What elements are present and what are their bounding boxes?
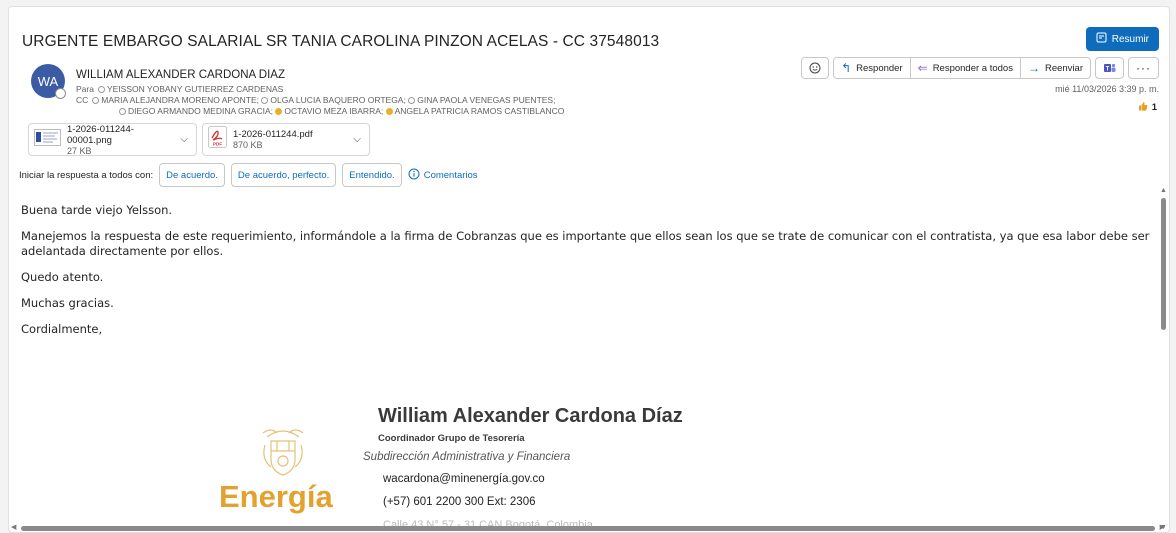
body-paragraph: Cordialmente,	[21, 322, 103, 336]
recipient-cc[interactable]: ANGELA PATRICIA RAMOS CASTIBLANCO	[395, 106, 565, 116]
presence-away-icon	[408, 97, 416, 104]
forward-label: Reenviar	[1044, 62, 1083, 74]
reply-all-icon: ⇐	[917, 61, 928, 75]
sender-name[interactable]: WILLIAM ALEXANDER CARDONA DIAZ	[76, 69, 285, 81]
scroll-left-icon[interactable]: ◀	[11, 523, 16, 531]
reaction-count: 1	[1151, 102, 1157, 113]
email-signature: Energía William Alexander Cardona Díaz C…	[9, 395, 1159, 532]
to-line: Para YEISSON YOBANY GUTIERREZ CARDENAS	[76, 84, 564, 95]
chevron-down-icon[interactable]: ⌵	[353, 134, 361, 145]
vertical-scrollbar[interactable]: ▲ ▼	[1160, 187, 1167, 531]
cc-label: CC	[76, 95, 89, 105]
message-body: Buena tarde viejo Yelsson. Manejemos la …	[21, 203, 1166, 348]
summarize-icon	[1096, 32, 1107, 46]
comments-link[interactable]: Comentarios	[408, 168, 478, 183]
attachment-info: 1-2026-011244.pdf 870 KB	[233, 129, 313, 150]
recipients-block: Para YEISSON YOBANY GUTIERREZ CARDENAS CC…	[76, 84, 564, 117]
recipient-cc[interactable]: DIEGO ARMANDO MEDINA GRACIA;	[128, 106, 273, 116]
presence-away-icon	[97, 86, 105, 93]
horizontal-scroll-thumb[interactable]	[21, 526, 1155, 531]
signature-role: Coordinador Grupo de Tesorería	[378, 433, 525, 444]
suggested-reply-button[interactable]: De acuerdo.	[159, 163, 225, 187]
message-date: mié 11/03/2026 3:39 p. m.	[1055, 84, 1159, 94]
suggested-reply-button[interactable]: Entendido.	[342, 163, 402, 187]
svg-text:PDF: PDF	[213, 142, 222, 147]
attachment-info: 1-2026-011244-00001.png 27 KB	[67, 124, 170, 156]
more-actions-button[interactable]: ···	[1128, 57, 1159, 79]
recipient-cc[interactable]: OCTAVIO MEZA IBARRA;	[284, 106, 383, 116]
body-paragraph: Manejemos la respuesta de este requerimi…	[21, 229, 1150, 258]
attachment-png[interactable]: 1-2026-011244-00001.png 27 KB ⌵	[28, 123, 197, 156]
suggested-replies: Iniciar la respuesta a todos con: De acu…	[19, 163, 478, 187]
signature-phone: (+57) 601 2200 300 Ext: 2306	[383, 496, 536, 508]
reply-group: ↰ Responder ⇐ Responder a todos → Reenviar	[833, 57, 1091, 79]
reply-label: Responder	[856, 62, 903, 74]
more-icon: ···	[1136, 61, 1151, 75]
email-reading-pane: URGENTE EMBARGO SALARIAL SR TANIA CAROLI…	[8, 6, 1170, 533]
signature-name: William Alexander Cardona Díaz	[378, 405, 683, 427]
recipient-to[interactable]: YEISSON YOBANY GUTIERREZ CARDENAS	[107, 84, 283, 94]
chevron-down-icon[interactable]: ⌵	[180, 134, 188, 145]
forward-button[interactable]: → Reenviar	[1019, 58, 1090, 78]
signature-email[interactable]: wacardona@minenergía.gov.co	[383, 473, 545, 485]
presence-busy-icon	[385, 108, 393, 115]
vertical-scroll-thumb[interactable]	[1161, 198, 1166, 330]
summarize-button[interactable]: Resumir	[1085, 27, 1159, 51]
horizontal-scrollbar[interactable]: ◀ ▶	[9, 524, 1169, 532]
image-file-icon	[34, 128, 61, 151]
presence-away-icon	[119, 108, 126, 115]
reply-all-label: Responder a todos	[932, 62, 1013, 74]
attachment-pdf[interactable]: PDF 1-2026-011244.pdf 870 KB ⌵	[202, 123, 370, 156]
cc-line-1: CC MARIA ALEJANDRA MORENO APONTE; OLGA LU…	[76, 95, 564, 106]
suggested-reply-button[interactable]: De acuerdo, perfecto.	[230, 163, 337, 187]
attachment-size: 27 KB	[67, 145, 92, 156]
avatar-initials: WA	[37, 73, 59, 89]
attachment-size: 870 KB	[233, 140, 263, 150]
attachment-name: 1-2026-011244.pdf	[233, 129, 313, 140]
info-icon	[408, 168, 420, 183]
teams-button[interactable]: T	[1095, 57, 1124, 79]
reply-icon: ↰	[841, 61, 852, 75]
cc-line-2: DIEGO ARMANDO MEDINA GRACIA; OCTAVIO MEZ…	[76, 106, 564, 117]
forward-icon: →	[1027, 61, 1040, 75]
smiley-icon	[802, 58, 828, 78]
signature-department: Subdirección Administrativa y Financiera	[363, 451, 571, 463]
message-actions-toolbar: ↰ Responder ⇐ Responder a todos → Reenviar …	[801, 57, 1159, 79]
recipient-cc[interactable]: GINA PAOLA VENEGAS PUENTES;	[417, 95, 555, 105]
presence-busy-icon	[275, 108, 283, 115]
to-label: Para	[76, 84, 94, 94]
svg-text:T: T	[1106, 67, 1110, 73]
pdf-file-icon: PDF	[208, 126, 227, 153]
coat-of-arms-icon	[257, 423, 309, 484]
presence-indicator	[55, 88, 66, 99]
body-paragraph: Muchas gracias.	[21, 296, 114, 310]
comments-label: Comentarios	[423, 169, 478, 181]
reply-all-button[interactable]: ⇐ Responder a todos	[909, 58, 1020, 78]
attachment-name: 1-2026-011244-00001.png	[67, 123, 134, 146]
emoji-reaction-button[interactable]	[801, 57, 830, 79]
presence-away-icon	[92, 97, 100, 104]
thumbs-up-icon	[1138, 101, 1148, 114]
energia-logo: Energía	[219, 479, 333, 514]
recipient-cc[interactable]: OLGA LUCIA BAQUERO ORTEGA;	[270, 95, 405, 105]
summarize-label: Resumir	[1111, 33, 1149, 45]
scroll-right-icon[interactable]: ▶	[1160, 523, 1165, 531]
scroll-up-icon[interactable]: ▲	[1160, 187, 1167, 194]
body-paragraph: Quedo atento.	[21, 270, 104, 284]
body-paragraph: Buena tarde viejo Yelsson.	[21, 203, 173, 217]
recipient-cc[interactable]: MARIA ALEJANDRA MORENO APONTE;	[101, 95, 259, 105]
email-subject: URGENTE EMBARGO SALARIAL SR TANIA CAROLI…	[22, 33, 660, 50]
reply-button[interactable]: ↰ Responder	[834, 58, 910, 78]
presence-away-icon	[261, 97, 269, 104]
sender-avatar[interactable]: WA	[31, 64, 66, 99]
suggested-replies-label: Iniciar la respuesta a todos con:	[19, 169, 154, 181]
teams-icon: T	[1096, 58, 1123, 78]
reaction-summary[interactable]: 1	[1138, 101, 1157, 114]
